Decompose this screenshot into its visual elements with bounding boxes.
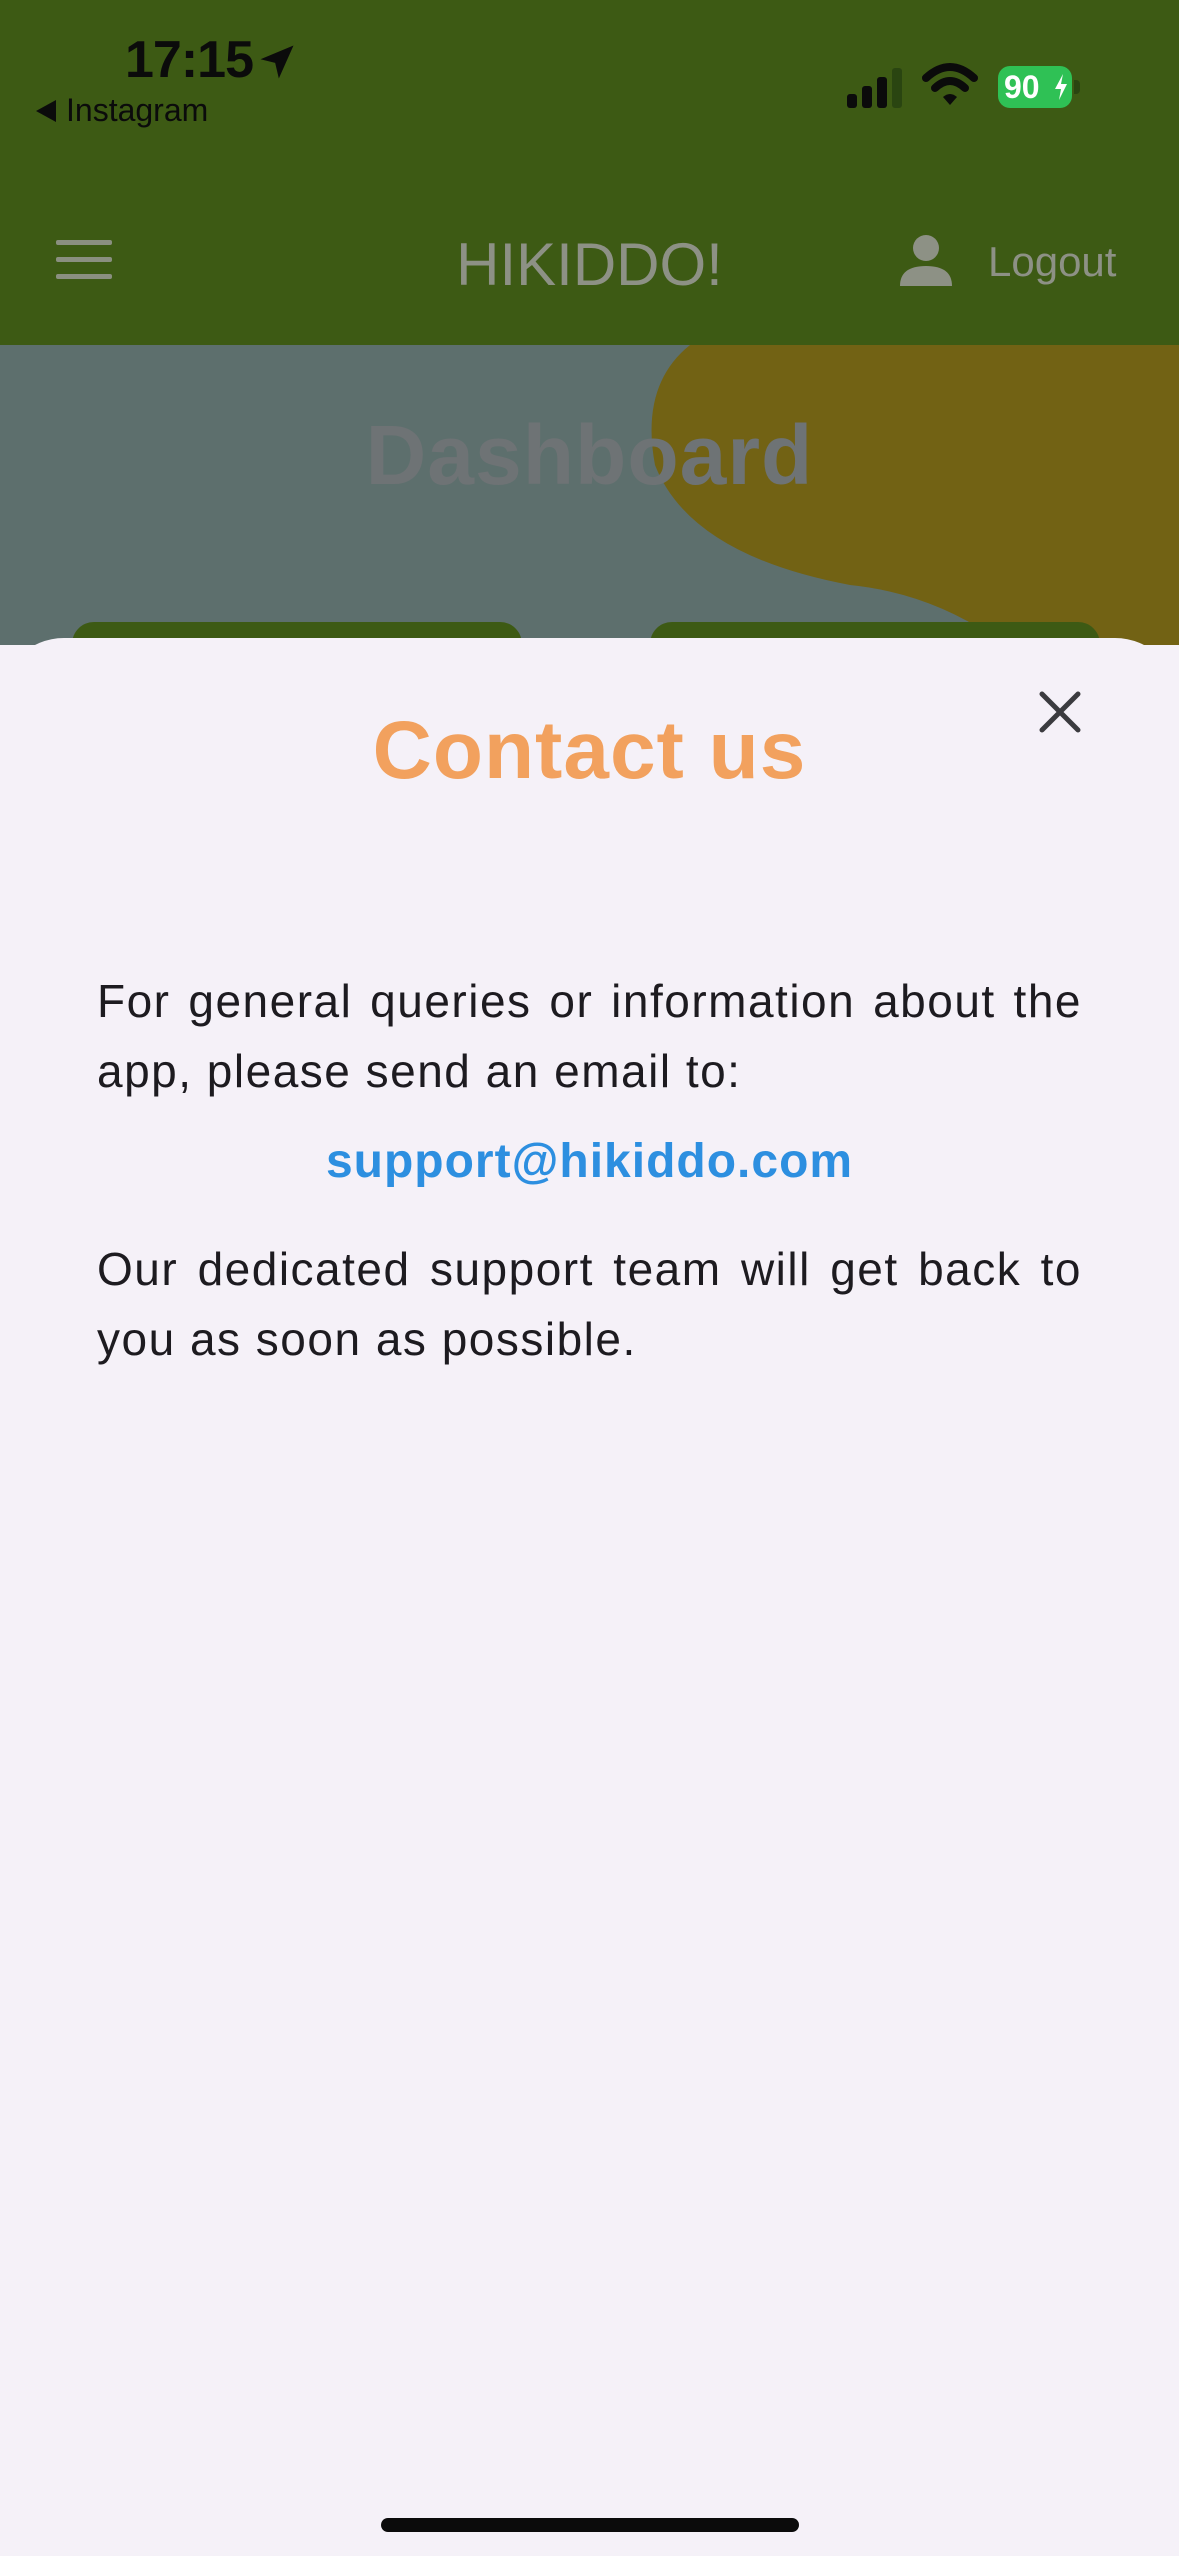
dashboard-header: Dashboard bbox=[0, 345, 1179, 645]
charging-bolt-icon bbox=[1055, 74, 1067, 100]
general-queries-text: For general queries or information about… bbox=[97, 975, 1082, 1097]
back-triangle-icon bbox=[36, 99, 56, 122]
back-app-label: Instagram bbox=[66, 92, 209, 128]
status-time: 17:15 bbox=[125, 31, 254, 89]
home-indicator[interactable] bbox=[381, 2518, 799, 2532]
dashboard-title: Dashboard bbox=[365, 408, 814, 502]
contact-us-sheet: Contact us For general queries or inform… bbox=[0, 638, 1179, 2556]
wifi-icon bbox=[922, 63, 978, 105]
support-email-link[interactable]: support@hikiddo.com bbox=[0, 1134, 1179, 1189]
battery-icon: 90 bbox=[998, 66, 1082, 108]
logout-button[interactable]: Logout bbox=[988, 238, 1116, 286]
battery-nub bbox=[1074, 80, 1080, 94]
back-to-app-link[interactable]: Instagram bbox=[36, 92, 208, 129]
app-bar: HIKIDDO! Logout bbox=[0, 180, 1179, 345]
status-bar: 17:15 Instagram 90 bbox=[0, 0, 1179, 180]
sheet-title: Contact us bbox=[372, 705, 807, 796]
user-icon[interactable] bbox=[898, 232, 954, 288]
cellular-signal-icon bbox=[847, 68, 902, 108]
location-arrow-icon bbox=[260, 45, 294, 79]
support-response-text: Our dedicated support team will get back… bbox=[97, 1243, 1082, 1365]
